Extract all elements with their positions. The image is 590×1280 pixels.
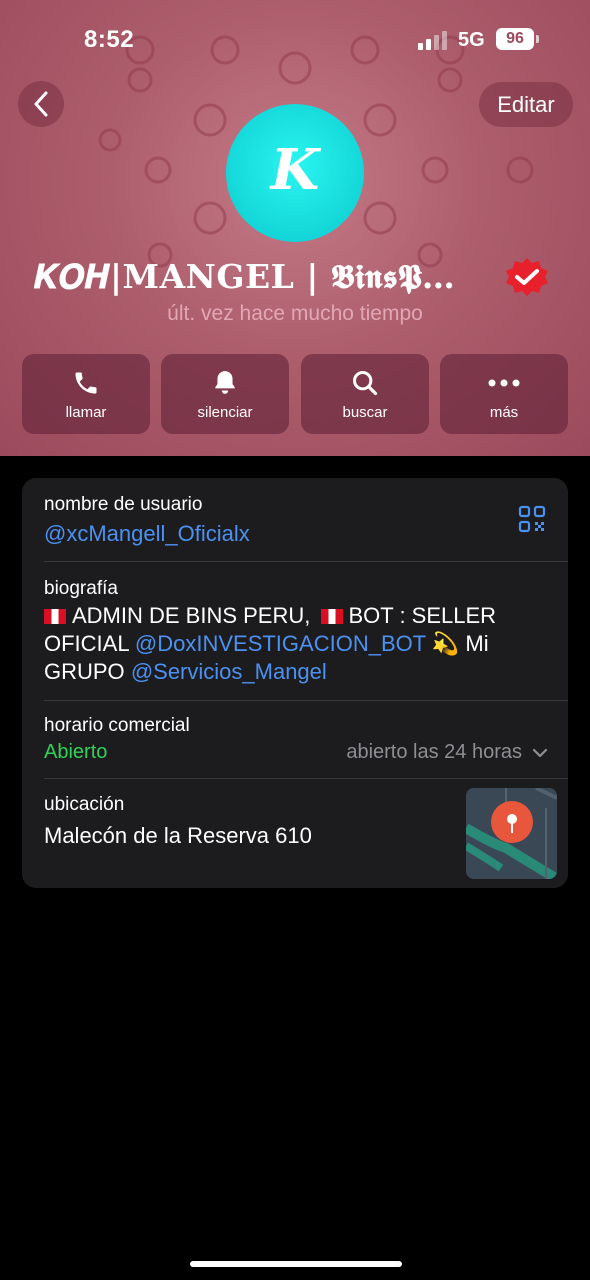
map-thumbnail[interactable] [466,788,557,879]
divider [44,561,568,562]
business-hours-detail[interactable]: abierto las 24 horas [346,741,548,764]
info-card: nombre de usuario @xcMangell_Oficialx bi… [22,478,568,888]
bell-icon [215,371,235,394]
qr-code-icon[interactable] [518,505,546,533]
bio-part-1: ADMIN DE BINS PERU, [72,603,311,628]
call-button[interactable]: llamar [22,354,150,434]
bio-text: ADMIN DE BINS PERU, BOT : SELLER OFICIAL… [44,602,544,686]
network-type: 5G [458,29,485,51]
profile-header: 8:52 5G 96 Editar K 𝑲𝑶𝑯|MANGEL | 𝕭𝖎𝖓𝖘𝕻… … [0,0,590,456]
status-time: 8:52 [84,26,135,53]
more-icon [488,379,520,387]
verified-badge-icon [506,258,548,296]
divider [44,700,568,701]
home-indicator[interactable] [190,1261,402,1267]
mute-button[interactable]: silenciar [161,354,289,434]
status-bar: 8:52 5G 96 [0,0,590,80]
more-label: más [489,404,519,421]
more-button[interactable]: más [440,354,568,434]
profile-name: 𝑲𝑶𝑯|MANGEL | 𝕭𝖎𝖓𝖘𝕻… [34,257,456,296]
location-value: Malecón de la Reserva 610 [44,823,312,848]
chevron-left-icon [34,91,48,117]
call-label: llamar [65,404,107,421]
phone-icon [75,372,97,394]
bot-mention-link[interactable]: @DoxINVESTIGACION_BOT [135,631,426,656]
divider [44,778,568,779]
action-bar: llamar silenciar buscar más [22,354,568,434]
group-mention-link[interactable]: @Servicios_Mangel [131,659,327,684]
username-label: nombre de usuario [44,494,203,515]
last-seen-status: últ. vez hace mucho tiempo [167,302,423,325]
business-hours-status: Abierto [44,741,108,763]
edit-button[interactable]: Editar [479,82,573,127]
search-label: buscar [342,404,388,421]
username-value[interactable]: @xcMangell_Oficialx [44,521,250,547]
location-label: ubicación [44,794,125,815]
avatar-initial: K [270,137,320,203]
mute-label: silenciar [197,404,253,421]
peru-flag-icon [320,609,343,624]
chevron-down-icon [532,748,548,757]
map-preview [466,788,557,879]
battery-indicator: 96 [496,28,534,50]
back-button[interactable] [18,81,64,127]
business-hours-detail-text: abierto las 24 horas [346,741,522,763]
business-hours-label: horario comercial [44,715,190,736]
avatar[interactable]: K [226,104,364,242]
bio-label: biografía [44,578,118,599]
search-button[interactable]: buscar [301,354,429,434]
peru-flag-icon [44,609,66,624]
search-icon [352,370,378,396]
battery-nub [536,35,539,43]
signal-icon [418,31,447,50]
